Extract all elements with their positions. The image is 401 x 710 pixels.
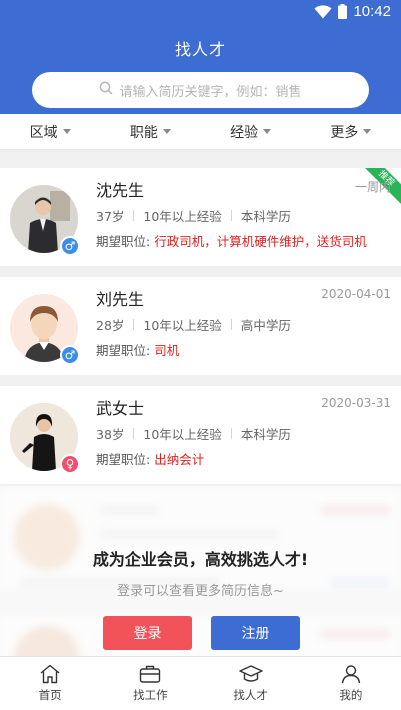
update-date: 一周内	[354, 180, 391, 194]
tab-mine[interactable]: 我的	[301, 657, 401, 710]
filter-label: 区域	[29, 124, 58, 141]
caret-down-icon	[62, 129, 71, 134]
tab-label: 首页	[38, 688, 62, 702]
status-time: 10:42	[353, 3, 391, 20]
candidate-experience: 10年以上经验	[143, 318, 222, 333]
divider	[230, 428, 232, 439]
graduation-cap-icon	[238, 664, 263, 684]
status-bar: 10:42	[0, 0, 401, 26]
home-icon	[39, 664, 61, 684]
filter-region[interactable]: 区域	[0, 114, 100, 149]
search-icon	[99, 81, 114, 99]
filter-label: 职能	[129, 124, 158, 141]
resume-card[interactable]: ♂ 刘先生 2020-04-01 28岁 10年以上经验 高中学历 期望职位: …	[0, 277, 401, 375]
expected-position: 期望职位: 司机	[96, 340, 179, 359]
expected-position-label: 期望职位:	[96, 343, 151, 358]
user-icon	[341, 664, 361, 684]
filter-function[interactable]: 职能	[100, 114, 200, 149]
expected-position: 期望职位: 行政司机，计算机硬件维护，送货司机	[96, 231, 367, 250]
filter-label: 经验	[230, 124, 259, 141]
expected-position-value: 出纳会计	[154, 452, 205, 467]
register-button[interactable]: 注册	[211, 616, 300, 650]
candidate-name: 武女士	[96, 399, 145, 418]
male-icon: ♂	[60, 345, 80, 365]
expected-position-value: 司机	[154, 343, 180, 358]
update-date: 2020-03-31	[321, 396, 391, 410]
tab-label: 我的	[339, 688, 363, 702]
bottom-tab-bar: 首页 找工作 找人才 我的	[0, 656, 401, 710]
caret-down-icon	[263, 129, 272, 134]
tab-find-job[interactable]: 找工作	[100, 657, 200, 710]
divider	[230, 319, 232, 330]
divider	[230, 210, 232, 221]
candidate-age: 37岁	[96, 209, 125, 224]
caret-down-icon	[162, 129, 171, 134]
filter-label: 更多	[330, 124, 359, 141]
expected-position-label: 期望职位:	[96, 234, 151, 249]
promo-subtitle: 登录可以查看更多简历信息~	[117, 584, 284, 599]
caret-down-icon	[363, 129, 372, 134]
candidate-education: 本科学历	[240, 427, 291, 442]
female-icon: ♀	[60, 454, 80, 474]
candidate-education: 本科学历	[240, 209, 291, 224]
tab-label: 找工作	[133, 688, 168, 702]
search-placeholder: 请输入简历关键字，例如：销售	[119, 84, 302, 100]
filter-more[interactable]: 更多	[301, 114, 401, 149]
filter-experience[interactable]: 经验	[201, 114, 301, 149]
search-input[interactable]: 请输入简历关键字，例如：销售	[32, 72, 369, 108]
page-title: 找人才	[174, 40, 226, 59]
login-button[interactable]: 登录	[103, 616, 192, 650]
tab-find-talent[interactable]: 找人才	[201, 657, 301, 710]
male-icon: ♂	[60, 236, 80, 256]
candidate-meta: 28岁 10年以上经验 高中学历	[96, 315, 291, 334]
expected-position-value: 行政司机，计算机硬件维护，送货司机	[154, 234, 367, 249]
candidate-age: 38岁	[96, 427, 125, 442]
resume-card[interactable]: 推荐 ♂ 沈先生 一周内 37岁 10年以上经验 本科学历 期望职位: 行政司机…	[0, 168, 401, 266]
tab-label: 找人才	[233, 688, 268, 702]
wifi-icon	[314, 4, 332, 19]
update-date: 2020-04-01	[321, 287, 391, 301]
battery-icon	[338, 4, 348, 19]
divider	[133, 319, 135, 330]
promo-title: 成为企业会员，高效挑选人才!	[92, 550, 309, 569]
candidate-meta: 37岁 10年以上经验 本科学历	[96, 206, 291, 225]
header-bar: 10:42 找人才 请输入简历关键字，例如：销售	[0, 0, 401, 114]
expected-position: 期望职位: 出纳会计	[96, 449, 204, 468]
resume-card[interactable]: ♀ 武女士 2020-03-31 38岁 10年以上经验 本科学历 期望职位: …	[0, 386, 401, 484]
briefcase-icon	[139, 664, 161, 684]
candidate-name: 沈先生	[96, 181, 145, 200]
expected-position-label: 期望职位:	[96, 452, 151, 467]
candidate-education: 高中学历	[240, 318, 291, 333]
candidate-experience: 10年以上经验	[143, 427, 222, 442]
divider	[133, 428, 135, 439]
candidate-experience: 10年以上经验	[143, 209, 222, 224]
filter-bar: 区域 职能 经验 更多	[0, 114, 401, 150]
candidate-age: 28岁	[96, 318, 125, 333]
divider	[133, 210, 135, 221]
member-overlay	[0, 486, 401, 656]
candidate-name: 刘先生	[96, 290, 145, 309]
candidate-meta: 38岁 10年以上经验 本科学历	[96, 424, 291, 443]
tab-home[interactable]: 首页	[0, 657, 100, 710]
